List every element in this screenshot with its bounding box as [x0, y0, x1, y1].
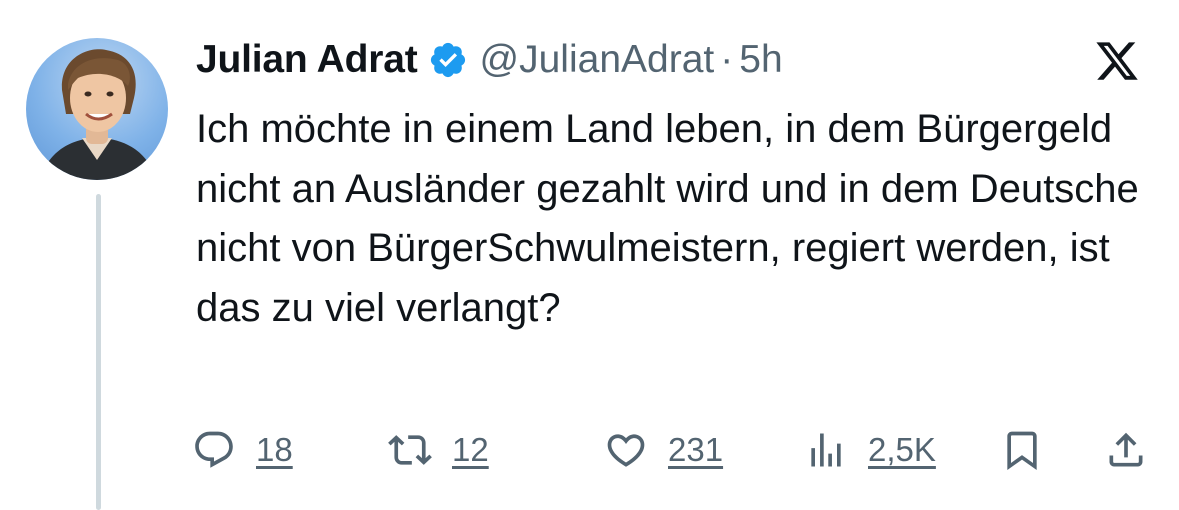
action-bar: 18 12 231 2,5K — [192, 422, 1152, 478]
repost-count[interactable]: 12 — [452, 431, 489, 469]
views-button[interactable]: 2,5K — [804, 422, 936, 478]
verified-badge-icon — [428, 40, 468, 80]
reply-button[interactable]: 18 — [192, 422, 293, 478]
avatar[interactable] — [26, 38, 168, 180]
repost-icon — [388, 435, 432, 465]
thread-line — [96, 194, 101, 510]
author-name[interactable]: Julian Adrat — [196, 38, 418, 82]
reply-count[interactable]: 18 — [256, 431, 293, 469]
heart-icon — [607, 434, 645, 467]
timestamp[interactable]: 5h — [739, 38, 782, 82]
views-count[interactable]: 2,5K — [868, 431, 936, 469]
share-button[interactable] — [1104, 422, 1148, 478]
author-handle[interactable]: @JulianAdrat — [480, 38, 715, 82]
bookmark-icon — [1007, 431, 1037, 471]
tweet-header: Julian Adrat @JulianAdrat · 5h — [196, 30, 783, 90]
separator-dot: · — [720, 38, 734, 81]
views-icon — [811, 433, 841, 467]
share-icon — [1109, 432, 1143, 467]
bookmark-button[interactable] — [1000, 422, 1044, 478]
reply-icon — [195, 431, 233, 468]
tweet-text: Ich möchte in einem Land leben, in dem B… — [196, 107, 1139, 330]
x-logo-icon — [1092, 38, 1142, 84]
repost-button[interactable]: 12 — [388, 422, 489, 478]
avatar-image — [40, 49, 156, 180]
like-button[interactable]: 231 — [604, 422, 723, 478]
like-count[interactable]: 231 — [668, 431, 723, 469]
tweet-card[interactable]: Julian Adrat @JulianAdrat · 5h Ich möcht… — [0, 0, 1179, 510]
